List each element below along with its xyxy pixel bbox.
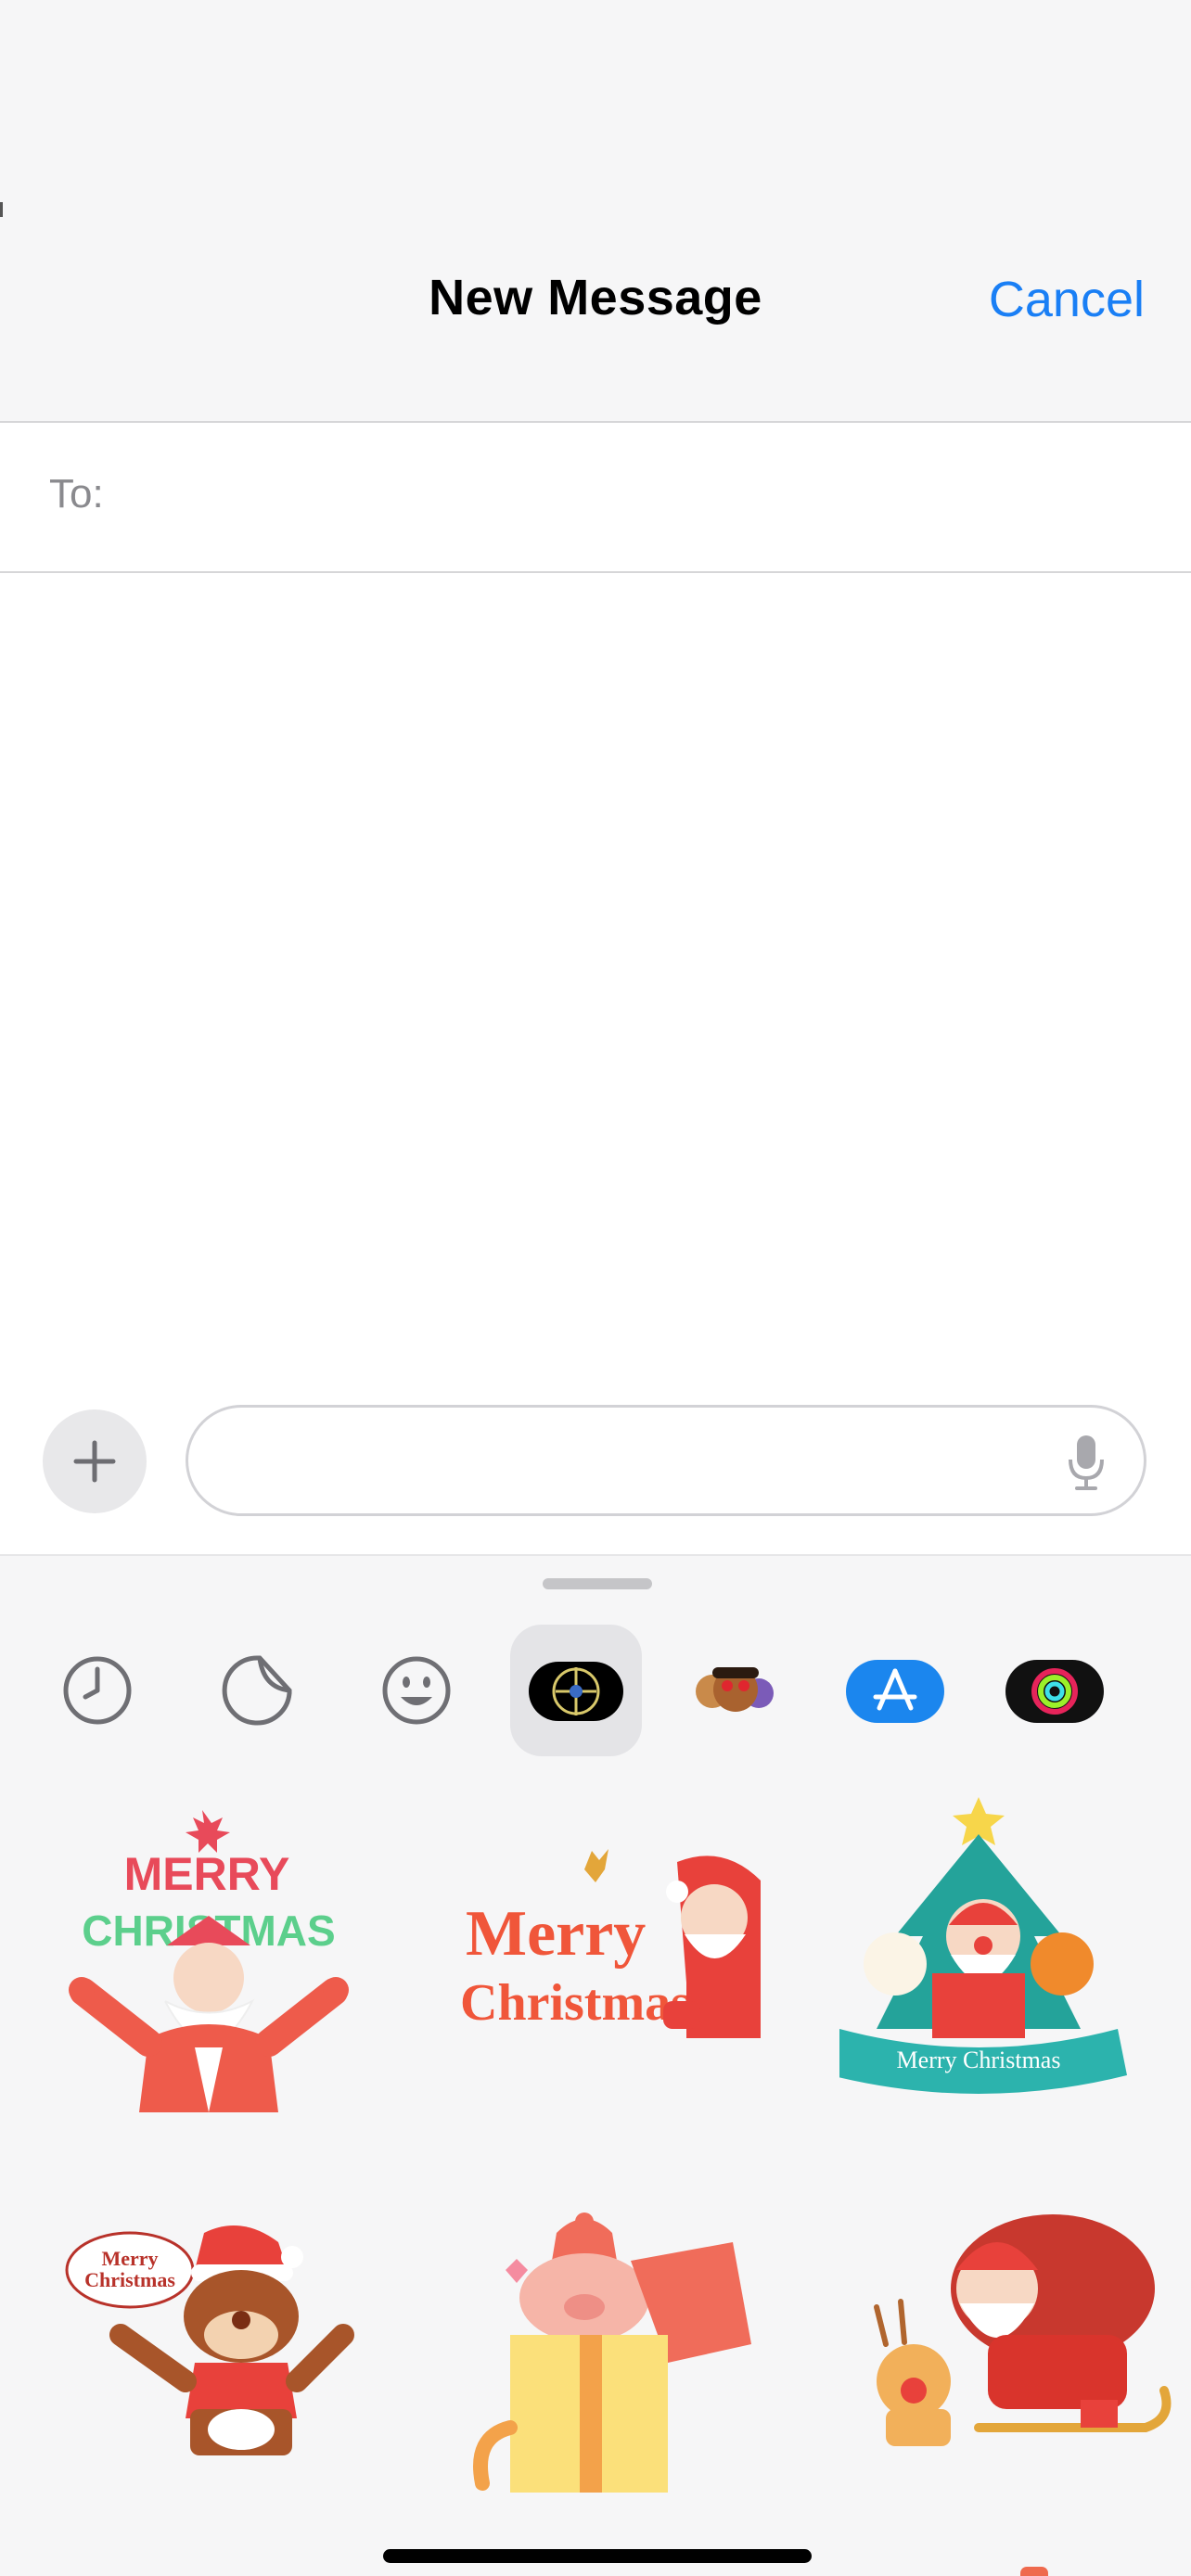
sticker-text-christmas: Christmas — [84, 2268, 175, 2291]
stickers-app-button[interactable] — [191, 1625, 323, 1756]
emoji-app-button[interactable] — [351, 1625, 482, 1756]
app-drawer: MERRY CHRISTMAS Merry Christmas — [0, 1554, 1191, 2576]
app-strip — [0, 1625, 1191, 1764]
plus-icon — [73, 1440, 116, 1483]
microphone-icon[interactable] — [1066, 1434, 1107, 1491]
navigation-bar: New Message Cancel — [0, 0, 1191, 423]
edge-mark — [0, 202, 3, 217]
memoji-icon — [696, 1667, 774, 1712]
sticker-text-banner: Merry Christmas — [897, 2047, 1061, 2073]
sticker-merry-christmas-santa-peek[interactable]: Merry Christmas — [455, 1806, 761, 2112]
recents-app-button[interactable] — [32, 1625, 163, 1756]
sticker-text-christmas: Christmas — [460, 1974, 691, 2032]
sticker-icon — [222, 1655, 292, 1726]
to-label: To: — [49, 471, 104, 516]
sticker-pig-gift-box[interactable] — [455, 2205, 761, 2511]
sticker-pack-icon — [529, 1662, 623, 1721]
sticker-reindeer-merry-christmas[interactable]: Merry Christmas — [65, 2224, 371, 2530]
sticker-partial-next-row — [1020, 2567, 1048, 2576]
app-store-app-button[interactable] — [829, 1625, 961, 1756]
sticker-text-merry: Merry — [101, 2247, 158, 2270]
drawer-grabber[interactable] — [543, 1578, 652, 1589]
sticker-santa-merry-christmas[interactable]: MERRY CHRISTMAS — [56, 1806, 362, 2112]
app-store-icon — [846, 1660, 944, 1723]
memoji-app-button[interactable] — [670, 1625, 801, 1756]
add-attachment-button[interactable] — [43, 1409, 147, 1513]
activity-rings-icon — [1005, 1660, 1104, 1723]
sticker-pack-app-button[interactable] — [510, 1625, 642, 1756]
new-message-screen: New Message Cancel To: MERRY Merry Chris… — [0, 0, 1191, 2576]
sticker-text-merry: Merry — [466, 1898, 646, 1970]
message-input[interactable] — [186, 1405, 1146, 1516]
home-indicator — [383, 2549, 812, 2563]
cancel-button[interactable]: Cancel — [989, 271, 1145, 328]
sticker-santa-sleigh-reindeer[interactable] — [867, 2214, 1173, 2520]
smiley-icon — [382, 1656, 451, 1725]
sticker-text-merry: MERRY — [124, 1848, 290, 1900]
fitness-app-button[interactable] — [989, 1625, 1121, 1756]
recipient-row[interactable]: To: — [0, 425, 1191, 573]
sticker-christmas-tree-banner[interactable]: Merry Christmas — [830, 1797, 1146, 2103]
clock-icon — [63, 1656, 132, 1725]
